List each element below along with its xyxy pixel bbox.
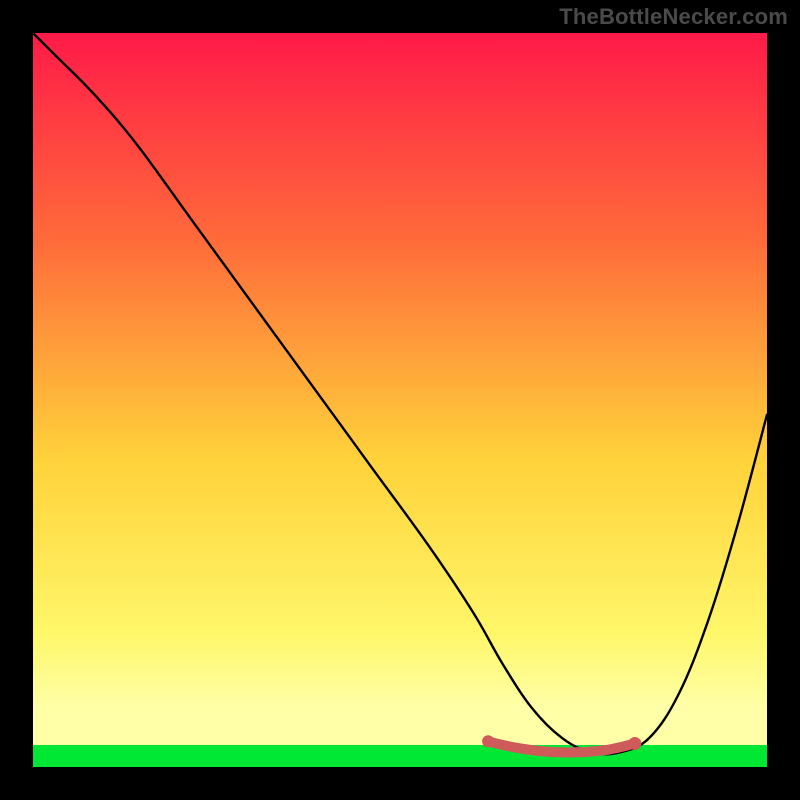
attribution-text: TheBottleNecker.com (559, 4, 788, 30)
sweet-spot-dot (482, 735, 494, 747)
bottleneck-chart (33, 33, 767, 767)
sweet-spot-dot (628, 737, 641, 750)
chart-frame: TheBottleNecker.com (0, 0, 800, 800)
gradient-background (33, 33, 767, 767)
plot-area (33, 33, 767, 767)
